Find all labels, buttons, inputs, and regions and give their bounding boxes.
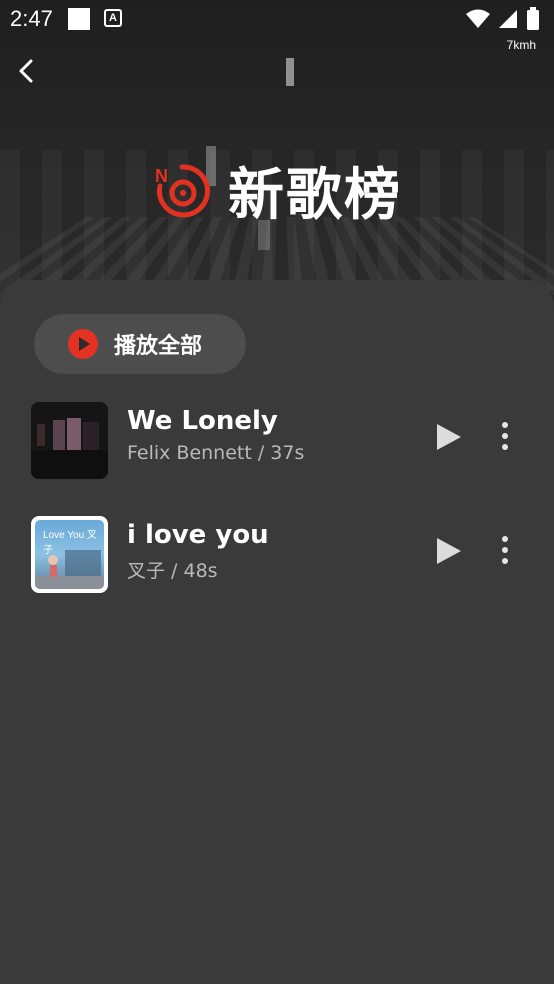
status-icons bbox=[466, 6, 540, 32]
a-notification-icon: A bbox=[104, 9, 122, 27]
song-title: i love you bbox=[127, 520, 269, 550]
song-subtitle: 叉子 / 48s bbox=[127, 560, 218, 582]
more-vertical-icon bbox=[502, 422, 508, 428]
list-item[interactable]: Love You 叉子 i love you 叉子 / 48s bbox=[0, 516, 554, 594]
album-cover: Love You 叉子 bbox=[31, 516, 108, 593]
speed-indicator: 7kmh bbox=[506, 38, 536, 52]
wifi-icon bbox=[466, 9, 490, 28]
more-options-button[interactable] bbox=[494, 534, 516, 566]
page-title: 新歌榜 bbox=[228, 163, 402, 228]
new-songs-logo-icon: N bbox=[155, 163, 210, 217]
album-cover bbox=[31, 402, 108, 479]
status-time: 2:47 bbox=[10, 6, 53, 31]
play-button[interactable] bbox=[432, 536, 464, 568]
song-title: We Lonely bbox=[127, 406, 278, 436]
play-circle-icon bbox=[68, 329, 98, 359]
page-hero: N 新歌榜 bbox=[0, 150, 554, 231]
light-bar bbox=[286, 58, 294, 86]
album-art bbox=[31, 402, 108, 479]
battery-icon bbox=[527, 7, 539, 30]
more-options-button[interactable] bbox=[494, 420, 516, 452]
song-list-panel: 播放全部 We Lonely Felix Bennett / 37s Love … bbox=[0, 280, 554, 984]
play-all-label: 播放全部 bbox=[114, 334, 203, 359]
song-subtitle: Felix Bennett / 37s bbox=[127, 442, 305, 464]
album-art: Love You 叉子 bbox=[35, 520, 104, 589]
list-item[interactable]: We Lonely Felix Bennett / 37s bbox=[0, 402, 554, 480]
status-bar: 2:47 A 7kmh bbox=[0, 0, 554, 52]
chevron-left-icon bbox=[19, 59, 33, 83]
play-all-button[interactable]: 播放全部 bbox=[34, 314, 246, 374]
play-button[interactable] bbox=[432, 422, 464, 454]
notification-square-icon bbox=[68, 8, 90, 30]
back-button[interactable] bbox=[12, 56, 42, 86]
logo-letter: N bbox=[155, 166, 168, 186]
more-vertical-icon bbox=[502, 536, 508, 542]
signal-icon bbox=[499, 10, 517, 28]
